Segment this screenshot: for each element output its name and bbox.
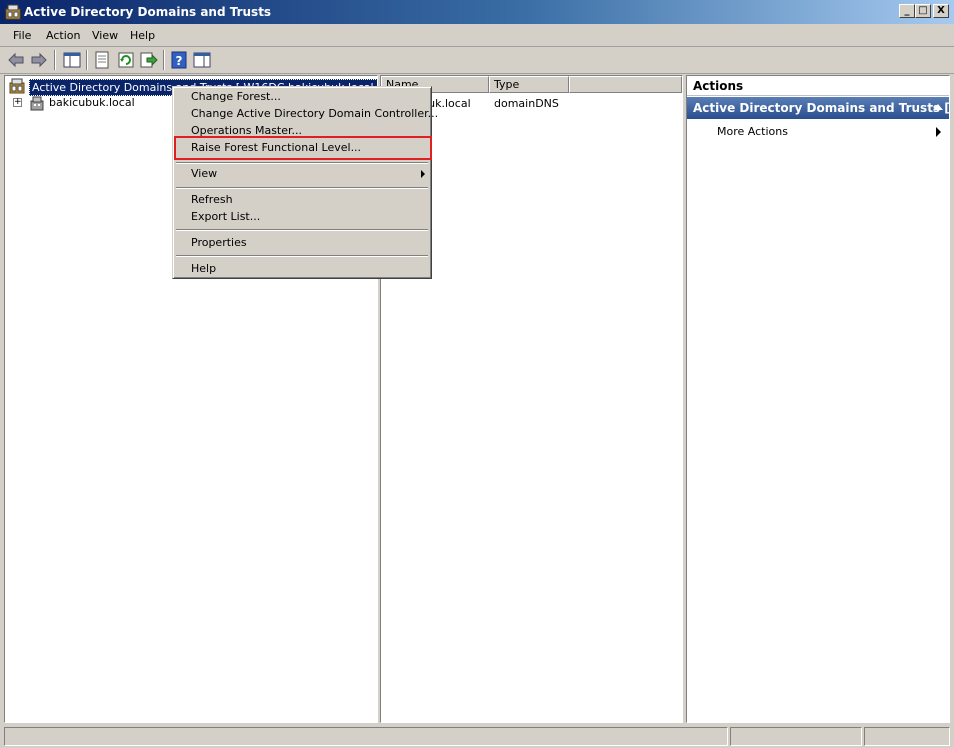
- tree-domain-label[interactable]: bakicubuk.local: [49, 96, 135, 109]
- actions-pane: Actions Active Directory Domains and Tru…: [686, 75, 950, 723]
- minimize-button[interactable]: _: [899, 4, 915, 18]
- list-item-type: domainDNS: [494, 97, 559, 110]
- window-title: Active Directory Domains and Trusts: [24, 5, 272, 19]
- actions-section-header[interactable]: Active Directory Domains and Trusts [...: [687, 97, 949, 119]
- ad-domains-trusts-icon: [9, 78, 25, 94]
- svg-text:?: ?: [176, 54, 183, 68]
- menu-view[interactable]: View: [92, 29, 118, 42]
- menu-item-properties[interactable]: Properties: [191, 236, 247, 249]
- toolbar-separator: [163, 50, 165, 70]
- menu-separator: [176, 162, 428, 164]
- menu-separator: [176, 255, 428, 257]
- export-list-icon[interactable]: [138, 50, 158, 70]
- highlight-box: [174, 136, 432, 160]
- menu-action[interactable]: Action: [46, 29, 80, 42]
- menu-item-change-domain-controller[interactable]: Change Active Directory Domain Controlle…: [191, 107, 438, 120]
- context-menu: Change Forest... Change Active Directory…: [172, 86, 438, 279]
- status-bar: [0, 725, 954, 748]
- expand-icon[interactable]: +: [13, 98, 22, 107]
- menu-help[interactable]: Help: [130, 29, 155, 42]
- show-hide-console-tree-icon[interactable]: [62, 50, 82, 70]
- help-icon[interactable]: ?: [169, 50, 189, 70]
- status-cell-tertiary: [864, 727, 950, 746]
- submenu-arrow-icon: [421, 170, 425, 178]
- show-hide-action-pane-icon[interactable]: [192, 50, 212, 70]
- menu-item-help[interactable]: Help: [191, 262, 216, 275]
- menu-file[interactable]: File: [13, 29, 31, 42]
- column-header-empty: [569, 76, 682, 93]
- domain-icon: [30, 96, 44, 111]
- forward-icon[interactable]: [29, 50, 49, 70]
- properties-icon[interactable]: [92, 50, 112, 70]
- column-header-type[interactable]: Type: [489, 76, 569, 93]
- ad-domains-trusts-icon: [5, 4, 21, 20]
- more-actions-link[interactable]: More Actions: [717, 125, 788, 138]
- collapse-icon[interactable]: [933, 104, 943, 110]
- actions-section-title: Active Directory Domains and Trusts [...: [693, 101, 949, 115]
- menu-item-export-list[interactable]: Export List...: [191, 210, 260, 223]
- menu-bar: File Action View Help: [0, 24, 954, 47]
- menu-separator: [176, 187, 428, 189]
- menu-item-change-forest[interactable]: Change Forest...: [191, 90, 281, 103]
- status-cell-secondary: [730, 727, 862, 746]
- close-button[interactable]: X: [933, 4, 949, 18]
- toolbar-separator: [54, 50, 56, 70]
- toolbar-separator: [86, 50, 88, 70]
- status-cell-main: [4, 727, 728, 746]
- submenu-arrow-icon: [936, 127, 941, 137]
- menu-item-refresh[interactable]: Refresh: [191, 193, 233, 206]
- menu-item-view[interactable]: View: [191, 167, 217, 180]
- title-bar: Active Directory Domains and Trusts _ □ …: [0, 0, 954, 24]
- toolbar: ?: [0, 47, 954, 74]
- menu-separator: [176, 229, 428, 231]
- actions-header: Actions: [687, 76, 949, 96]
- refresh-icon[interactable]: [116, 50, 136, 70]
- back-icon[interactable]: [6, 50, 26, 70]
- maximize-button[interactable]: □: [915, 4, 931, 18]
